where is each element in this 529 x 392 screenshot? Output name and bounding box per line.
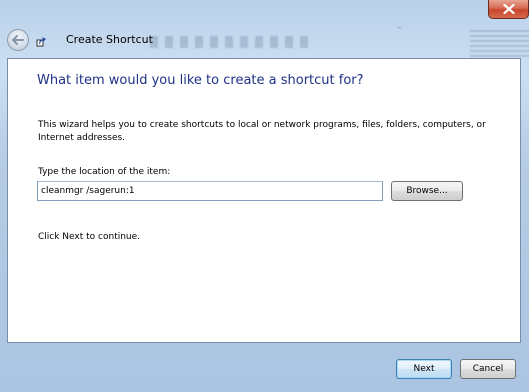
close-icon [502,4,515,14]
continue-instruction: Click Next to continue. [38,232,141,242]
wizard-footer: Next Cancel [0,343,529,392]
background-blur-lines [470,30,529,58]
next-button[interactable]: Next [396,359,452,379]
wizard-content-panel: What item would you like to create a sho… [7,58,521,343]
back-button[interactable] [7,29,29,51]
background-blur-link [398,18,401,29]
shortcut-arrow-icon [36,37,46,47]
background-blur-toolbar [150,36,310,48]
close-button[interactable] [488,0,529,19]
wizard-description: This wizard helps you to create shortcut… [38,120,486,143]
background-blur-text [168,0,174,12]
wizard-heading: What item would you like to create a sho… [37,73,364,88]
create-shortcut-window: Create Shortcut What item would you like… [0,0,529,392]
location-label: Type the location of the item: [38,167,171,177]
browse-button[interactable]: Browse... [391,181,463,201]
location-input[interactable] [37,181,383,201]
blurred-background [0,0,529,58]
back-arrow-icon [12,35,24,45]
cancel-button[interactable]: Cancel [460,359,516,379]
window-title: Create Shortcut [66,33,153,46]
